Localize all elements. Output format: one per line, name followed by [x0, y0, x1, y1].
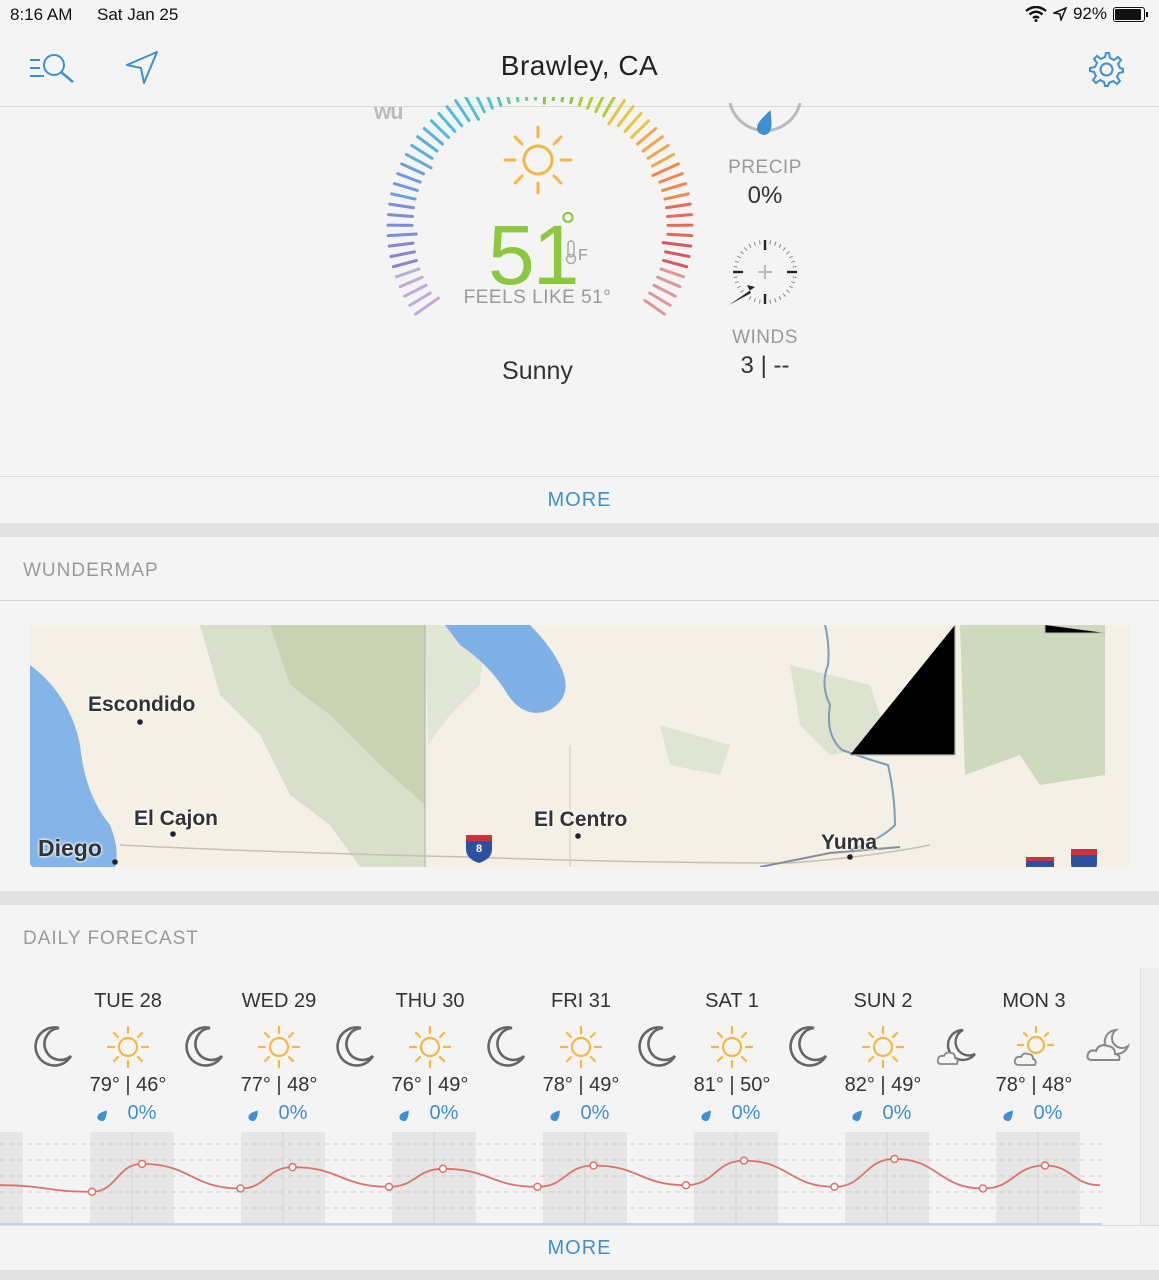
precip-value: 0% — [747, 182, 783, 209]
moon-icon — [482, 1024, 528, 1075]
wundermap-title: WUNDERMAP — [23, 560, 159, 581]
gear-icon[interactable] — [1087, 50, 1125, 88]
forecast-precip: 0% — [1033, 1102, 1063, 1124]
battery-icon — [1113, 6, 1148, 22]
trend-point — [384, 1182, 394, 1192]
trend-point — [830, 1182, 839, 1192]
moon-icon — [331, 1024, 377, 1075]
daily-forecast-title: DAILY FORECAST — [23, 928, 199, 949]
daily-forecast-header: DAILY FORECAST — [0, 906, 1159, 969]
trend-point — [288, 1162, 297, 1172]
wind-compass-icon — [729, 240, 797, 305]
map-label-el-centro: El Centro — [534, 808, 628, 831]
trend-point — [1040, 1161, 1050, 1170]
daily-forecast-strip[interactable]: 27 4° % TUE 28 79° | 46° 0% WED 29 77° | 48°… — [0, 968, 1140, 1226]
forecast-day: SUN 2 — [853, 990, 913, 1012]
section-separator — [0, 891, 1159, 905]
forecast-day: SAT 1 — [705, 990, 759, 1012]
forecast-hilo-partial: 4° — [0, 1074, 12, 1097]
forecast-day: WED 29 — [241, 990, 317, 1012]
interstate-shield-number: 8 — [475, 843, 483, 855]
trend-point — [589, 1161, 598, 1170]
map-label-san-diego: Diego — [38, 835, 102, 861]
trend-point — [533, 1182, 542, 1192]
forecast-scrollbar[interactable] — [1140, 968, 1159, 1226]
forecast-day: TUE 28 — [94, 990, 162, 1012]
sun-icon — [503, 125, 573, 195]
trend-point — [890, 1154, 899, 1164]
forecast-hilo: 81° | 50° — [693, 1074, 771, 1096]
trend-point — [438, 1164, 448, 1174]
forecast-precip: 0% — [731, 1102, 761, 1124]
feels-like: FEELS LIKE 51° — [463, 287, 612, 308]
status-right: 92% — [1025, 4, 1148, 24]
forecast-more-button[interactable]: MORE — [0, 1225, 1159, 1270]
partly-sunny-icon — [1011, 1024, 1057, 1075]
nav-bar: Brawley, CA — [0, 30, 1159, 107]
section-separator — [0, 523, 1159, 537]
moon-icon — [633, 1024, 679, 1075]
forecast-day: MON 3 — [1002, 990, 1066, 1012]
condition-text: Sunny — [502, 357, 573, 385]
forecast-hilo: 79° | 46° — [89, 1074, 167, 1096]
sun-icon — [105, 1024, 151, 1075]
status-bar: 8:16 AM Sat Jan 25 92% — [0, 0, 1159, 30]
sun-icon — [407, 1024, 453, 1075]
forecast-day: FRI 31 — [550, 990, 612, 1012]
current-conditions-card: wu 51 ° F FEELS LIKE 51° Sunny PRECIP 0%… — [0, 97, 1159, 523]
sun-icon — [558, 1024, 604, 1075]
temperature-trend-chart — [0, 1132, 1140, 1226]
winds-label: WINDS — [732, 327, 798, 348]
moon-icon — [784, 1024, 830, 1075]
wundermap-header: WUNDERMAP — [0, 538, 1159, 601]
precip-gauge-icon — [728, 102, 802, 135]
trend-point — [739, 1156, 749, 1165]
sun-icon — [256, 1024, 302, 1075]
forecast-precip: 0% — [882, 1102, 912, 1124]
map-label-escondido: Escondido — [88, 693, 196, 716]
forecast-hilo: 82° | 49° — [844, 1074, 922, 1096]
thermometer-icon — [565, 240, 577, 265]
forecast-precip: 0% — [278, 1102, 308, 1124]
cloudy-night-icon — [1086, 1024, 1132, 1075]
wundermap[interactable]: Escondido El Cajon Diego El Centro Yuma … — [30, 625, 1130, 867]
winds-value: 3 | -- — [740, 352, 790, 379]
sun-icon — [709, 1024, 755, 1075]
map-label-el-cajon: El Cajon — [134, 807, 219, 830]
forecast-pct-partial: % — [0, 1102, 10, 1125]
current-more-button[interactable]: MORE — [0, 476, 1159, 523]
status-time: 8:16 AM — [10, 5, 73, 24]
forecast-hilo: 77° | 48° — [240, 1074, 318, 1096]
moon-icon — [180, 1024, 226, 1075]
map-label-yuma: Yuma — [821, 831, 878, 854]
battery-percent: 92% — [1072, 4, 1107, 23]
location-title: Brawley, CA — [500, 50, 659, 81]
trend-point — [681, 1180, 691, 1190]
trend-point — [137, 1159, 147, 1169]
forecast-hilo: 76° | 49° — [391, 1074, 469, 1096]
moon-icon — [29, 1024, 75, 1075]
section-separator — [0, 1270, 1159, 1280]
trend-point — [236, 1184, 245, 1193]
sun-icon — [860, 1024, 906, 1075]
forecast-precip: 0% — [429, 1102, 459, 1124]
location-services-icon — [1052, 7, 1067, 21]
partly-cloudy-night-icon — [935, 1024, 981, 1075]
forecast-day-partial: 27 — [0, 990, 8, 1013]
temp-unit: F — [578, 247, 588, 264]
forecast-precip: 0% — [127, 1102, 157, 1124]
forecast-hilo: 78° | 48° — [995, 1074, 1073, 1096]
forecast-day: THU 30 — [395, 990, 465, 1012]
wifi-icon — [1025, 6, 1047, 22]
trend-point — [978, 1184, 988, 1193]
trend-point — [87, 1187, 97, 1197]
forecast-precip: 0% — [580, 1102, 610, 1124]
status-date: Sat Jan 25 — [97, 5, 179, 24]
precip-label: PRECIP — [728, 157, 802, 178]
forecast-hilo: 78° | 49° — [542, 1074, 620, 1096]
wu-logo: wu — [374, 99, 404, 124]
